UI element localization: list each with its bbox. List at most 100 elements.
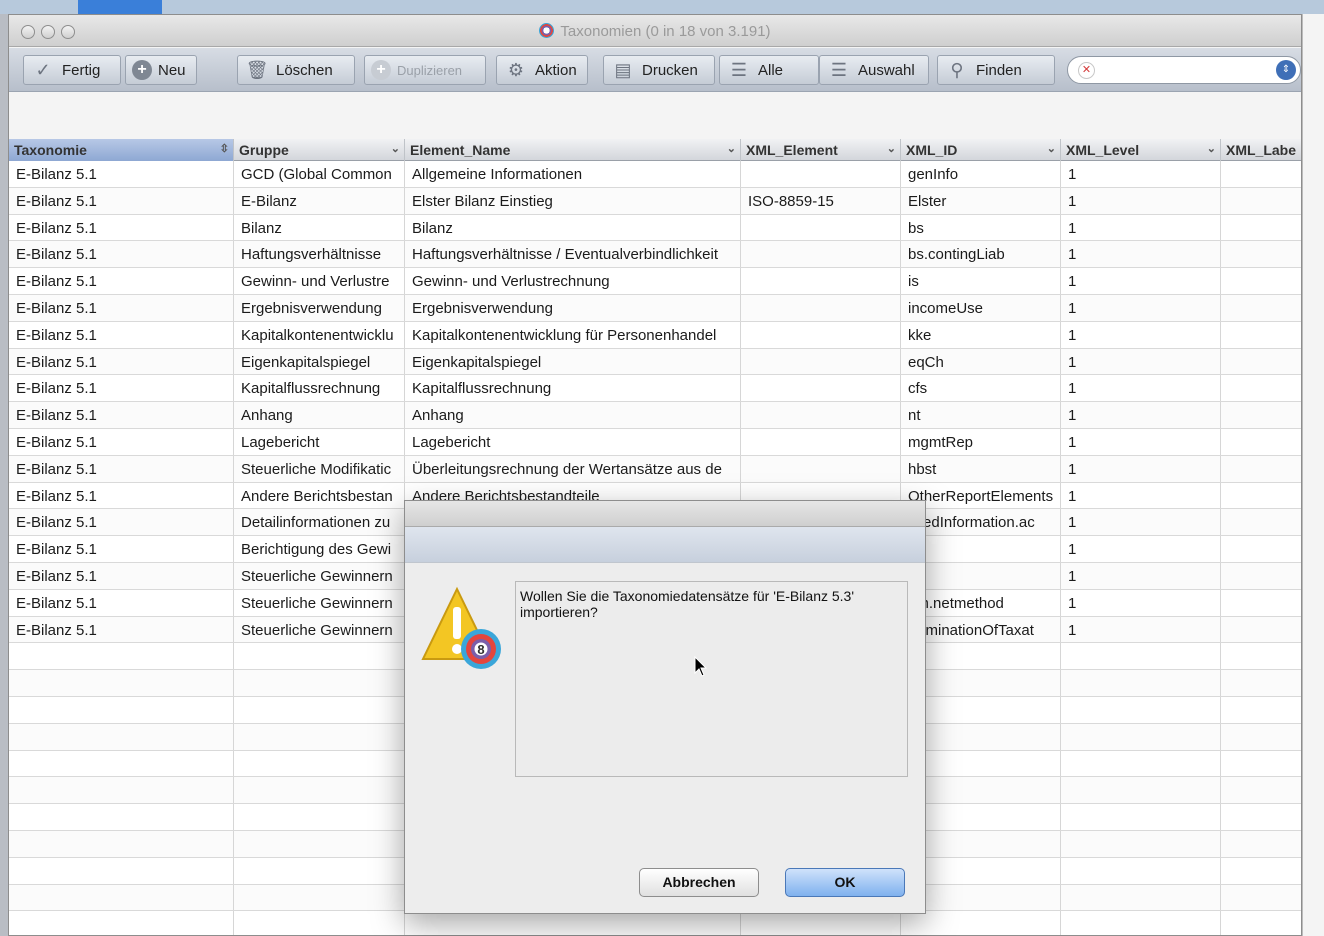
cell-gruppe[interactable]: Berichtigung des Gewi (234, 536, 405, 562)
cell-xml-id[interactable]: genInfo (901, 161, 1061, 187)
cell-xml-element[interactable] (741, 911, 901, 935)
cell-gruppe[interactable]: Steuerliche Gewinnern (234, 616, 405, 643)
cell-xml-element[interactable] (741, 268, 901, 294)
cell-xml-label[interactable] (1221, 295, 1301, 321)
cell-xml-label[interactable] (1221, 268, 1301, 294)
title-bar[interactable]: Taxonomien (0 in 18 von 3.191) (9, 15, 1301, 47)
cell-element-name[interactable]: Überleitungsrechnung der Wertansätze aus… (405, 455, 741, 482)
table-row[interactable]: E-Bilanz 5.1 Kapitalkontenentwicklu Kapita… (9, 321, 1301, 349)
cell-taxonomie[interactable]: E-Bilanz 5.1 (9, 562, 234, 589)
cell-xml-level[interactable]: 1 (1061, 294, 1221, 321)
table-row[interactable]: E-Bilanz 5.1 Eigenkapitalspiegel Eigenkapi… (9, 348, 1301, 376)
cell-xml-id[interactable]: incomeUse (901, 294, 1061, 321)
cell-gruppe[interactable] (234, 750, 405, 777)
table-row[interactable]: E-Bilanz 5.1 Ergebnisverwendung Ergebnisve… (9, 294, 1301, 322)
cell-xml-level[interactable]: 1 (1061, 187, 1221, 214)
cell-xml-level[interactable] (1061, 911, 1221, 935)
cell-element-name[interactable]: Kapitalflussrechnung (405, 375, 741, 402)
cell-element-name[interactable] (405, 911, 741, 935)
table-row[interactable]: E-Bilanz 5.1 Haftungsverhältnisse Haftungs… (9, 241, 1301, 269)
cell-gruppe[interactable]: Kapitalflussrechnung (234, 375, 405, 402)
column-header-xml-label[interactable]: XML_Labe (1221, 139, 1301, 161)
cell-gruppe[interactable]: Anhang (234, 402, 405, 428)
cell-element-name[interactable]: Anhang (405, 402, 741, 428)
cell-gruppe[interactable] (234, 696, 405, 723)
cell-xml-label[interactable] (1221, 429, 1301, 455)
cell-xml-label[interactable] (1221, 456, 1301, 482)
cell-xml-level[interactable] (1061, 830, 1221, 857)
cell-xml-level[interactable]: 1 (1061, 536, 1221, 562)
cell-taxonomie[interactable] (9, 804, 234, 830)
cell-xml-label[interactable] (1221, 161, 1301, 187)
cell-xml-label[interactable] (1221, 617, 1301, 643)
cell-xml-label[interactable] (1221, 751, 1301, 777)
finden-button[interactable]: ⚲ Finden (937, 55, 1055, 85)
cell-xml-level[interactable]: 1 (1061, 241, 1221, 268)
cell-taxonomie[interactable] (9, 884, 234, 911)
cell-xml-id[interactable]: is (901, 268, 1061, 294)
cell-xml-element[interactable] (741, 402, 901, 428)
cell-element-name[interactable]: Lagebericht (405, 428, 741, 455)
cell-element-name[interactable]: Kapitalkontenentwicklung für Personenhan… (405, 321, 741, 348)
cell-xml-id[interactable]: bs.contingLiab (901, 241, 1061, 268)
cell-gruppe[interactable] (234, 884, 405, 911)
cell-taxonomie[interactable]: E-Bilanz 5.1 (9, 241, 234, 268)
cell-xml-id[interactable]: Elster (901, 187, 1061, 214)
cell-element-name[interactable]: Bilanz (405, 214, 741, 241)
cell-taxonomie[interactable]: E-Bilanz 5.1 (9, 161, 234, 187)
cell-element-name[interactable]: Gewinn- und Verlustrechnung (405, 268, 741, 294)
cell-gruppe[interactable]: Steuerliche Gewinnern (234, 589, 405, 616)
cell-gruppe[interactable] (234, 643, 405, 670)
cell-xml-label[interactable] (1221, 590, 1301, 616)
cell-taxonomie[interactable] (9, 777, 234, 804)
cell-xml-label[interactable] (1221, 858, 1301, 884)
cell-xml-level[interactable]: 1 (1061, 509, 1221, 536)
cell-taxonomie[interactable]: E-Bilanz 5.1 (9, 375, 234, 402)
cell-xml-level[interactable]: 1 (1061, 482, 1221, 509)
column-header-xml-id[interactable]: XML_ID ⌄ (901, 139, 1061, 161)
cell-xml-label[interactable] (1221, 536, 1301, 562)
cell-gruppe[interactable]: Gewinn- und Verlustre (234, 268, 405, 294)
cell-xml-label[interactable] (1221, 509, 1301, 535)
cell-xml-id[interactable]: cfs (901, 375, 1061, 402)
cell-xml-level[interactable]: 1 (1061, 402, 1221, 428)
cell-xml-label[interactable] (1221, 885, 1301, 911)
table-row[interactable]: E-Bilanz 5.1 Kapitalflussrechnung Kapitalf… (9, 375, 1301, 403)
cancel-button[interactable]: Abbrechen (639, 868, 759, 897)
cell-xml-label[interactable] (1221, 724, 1301, 750)
cell-xml-level[interactable]: 1 (1061, 214, 1221, 241)
cell-taxonomie[interactable] (9, 723, 234, 750)
table-row[interactable]: E-Bilanz 5.1 Lagebericht Lagebericht mgmtRe… (9, 428, 1301, 456)
cell-gruppe[interactable]: Detailinformationen zu (234, 509, 405, 536)
cell-xml-element[interactable] (741, 428, 901, 455)
cell-gruppe[interactable]: Andere Berichtsbestan (234, 482, 405, 509)
cell-gruppe[interactable]: Bilanz (234, 214, 405, 241)
table-row[interactable]: E-Bilanz 5.1 Bilanz Bilanz bs 1 (9, 214, 1301, 242)
drucken-button[interactable]: ▤ Drucken (603, 55, 715, 85)
cell-gruppe[interactable]: Haftungsverhältnisse (234, 241, 405, 268)
cell-gruppe[interactable]: Lagebericht (234, 428, 405, 455)
cell-element-name[interactable]: Allgemeine Informationen (405, 161, 741, 187)
cell-xml-level[interactable] (1061, 643, 1221, 670)
cell-gruppe[interactable]: E-Bilanz (234, 187, 405, 214)
cell-xml-element[interactable] (741, 348, 901, 375)
cell-xml-level[interactable]: 1 (1061, 562, 1221, 589)
cell-xml-level[interactable]: 1 (1061, 161, 1221, 187)
cell-xml-level[interactable]: 1 (1061, 321, 1221, 348)
column-header-xml-element[interactable]: XML_Element ⌄ (741, 139, 901, 161)
cell-xml-id[interactable]: bs (901, 214, 1061, 241)
cell-xml-label[interactable] (1221, 777, 1301, 803)
cell-gruppe[interactable] (234, 777, 405, 804)
cell-xml-element[interactable] (741, 214, 901, 241)
cell-gruppe[interactable]: Kapitalkontenentwicklu (234, 321, 405, 348)
cell-taxonomie[interactable] (9, 643, 234, 670)
cell-taxonomie[interactable] (9, 857, 234, 884)
cell-xml-level[interactable] (1061, 884, 1221, 911)
cell-xml-element[interactable] (741, 294, 901, 321)
aktion-button[interactable]: ⚙ Aktion (496, 55, 588, 85)
cell-gruppe[interactable]: Eigenkapitalspiegel (234, 348, 405, 375)
cell-xml-level[interactable] (1061, 777, 1221, 804)
cell-xml-label[interactable] (1221, 402, 1301, 428)
table-row[interactable]: E-Bilanz 5.1 Gewinn- und Verlustre Gewinn-… (9, 268, 1301, 295)
cell-taxonomie[interactable]: E-Bilanz 5.1 (9, 402, 234, 428)
